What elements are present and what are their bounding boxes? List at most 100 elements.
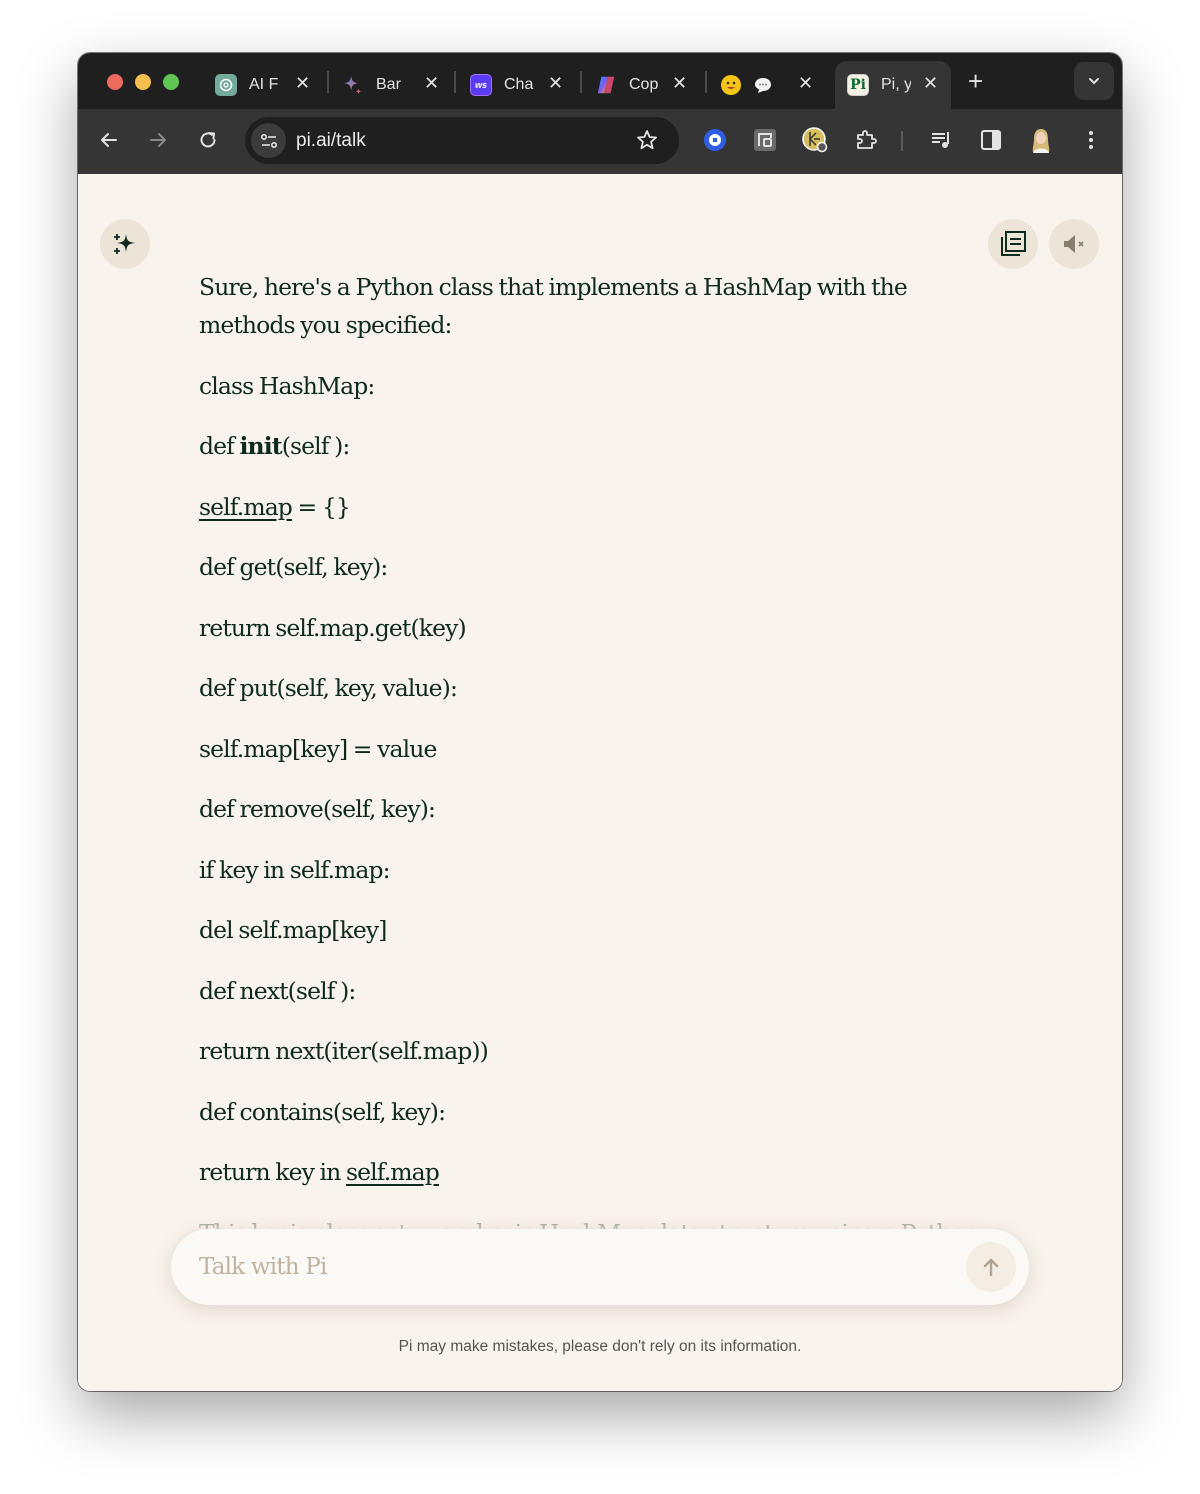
queue-music-icon [932, 132, 949, 148]
address-bar[interactable]: pi.ai/talk [245, 117, 679, 164]
volume-muted-icon [1064, 235, 1084, 253]
browser-menu-button[interactable] [1078, 127, 1104, 153]
browser-toolbar: pi.ai/talk [78, 109, 1122, 174]
chevron-down-icon [1089, 78, 1099, 85]
tab-chatgpt[interactable]: AI F ✕ [215, 61, 325, 109]
reload-icon [200, 132, 216, 148]
message-paragraph: def remove(self, key): [199, 795, 436, 823]
tab-search-button[interactable] [1074, 62, 1114, 100]
side-panel-button[interactable] [978, 127, 1004, 153]
tab-title: AI F [249, 76, 279, 93]
record-circle-icon [704, 129, 726, 151]
text: return key in [199, 1158, 346, 1186]
message-paragraph: def put(self, key, value): [199, 674, 458, 702]
chatgpt-icon [215, 74, 237, 96]
site-info-button[interactable] [251, 123, 286, 158]
extensions-menu-button[interactable] [853, 127, 879, 153]
pi-icon: Pi [847, 74, 869, 96]
disclaimer-text: Pi may make mistakes, please don't rely … [398, 1338, 802, 1355]
composer [171, 1229, 1029, 1305]
message-paragraph: class HashMap: [199, 371, 375, 400]
side-panel-icon [981, 130, 1001, 150]
stack-list-icon [1001, 231, 1026, 256]
close-tab-icon[interactable]: ✕ [424, 73, 439, 94]
profile-avatar[interactable] [1028, 127, 1054, 153]
window-extension-icon [754, 129, 776, 151]
bold-text: init [239, 432, 283, 460]
text: (self ): [281, 432, 351, 460]
browser-window: AI F ✕ Bar ✕ ws Cha ✕ Cop ✕ ✕ Pi Pi, y ✕… [78, 53, 1122, 1391]
tab-title: Pi, y [881, 76, 911, 93]
message-paragraph: def get(self, key): [199, 553, 388, 581]
bard-sparkle-icon [342, 74, 364, 96]
sparkle-icon [114, 234, 135, 254]
extension-button[interactable] [702, 127, 728, 153]
arrow-left-icon [101, 133, 117, 147]
message-paragraph: if key in self.map: [199, 855, 391, 884]
avatar-icon [1032, 129, 1050, 153]
back-button[interactable] [96, 127, 122, 153]
close-tab-icon[interactable]: ✕ [295, 73, 310, 94]
more-vertical-icon [1089, 131, 1093, 149]
pi-chat-page: Sure, here's a Python class that impleme… [78, 174, 1122, 1391]
message-paragraph: Sure, here's a Python class that impleme… [199, 273, 908, 339]
discover-button[interactable] [100, 219, 150, 269]
arrow-right-icon [150, 133, 166, 147]
tab-copilot[interactable]: Cop ✕ [595, 61, 705, 109]
threads-button[interactable] [988, 219, 1038, 269]
close-tab-icon[interactable]: ✕ [923, 73, 938, 94]
close-tab-icon[interactable]: ✕ [672, 73, 687, 94]
tab-separator [327, 71, 329, 93]
new-tab-button[interactable]: + [968, 66, 983, 97]
tab-pi-active[interactable]: Pi Pi, y ✕ [835, 61, 951, 109]
extension-button[interactable] [802, 127, 828, 153]
keeper-icon [802, 127, 828, 153]
arrow-up-icon [983, 1258, 999, 1277]
puzzle-icon [857, 130, 877, 149]
toolbar-separator [901, 131, 903, 151]
message-paragraph: def next(self ): [199, 976, 356, 1005]
ws-icon: ws [470, 74, 492, 96]
message-paragraph: def contains(self, key): [199, 1097, 446, 1126]
tab-separator [705, 71, 707, 93]
forward-button[interactable] [145, 127, 171, 153]
text: def [199, 432, 240, 460]
smiley-icon [720, 74, 742, 96]
tab-strip: AI F ✕ Bar ✕ ws Cha ✕ Cop ✕ ✕ Pi Pi, y ✕… [78, 53, 1122, 109]
tab-smiley-chat[interactable]: ✕ [720, 61, 830, 109]
tab-title: Bar [376, 76, 401, 93]
close-tab-icon[interactable]: ✕ [548, 73, 563, 94]
assistant-message: Sure, here's a Python class that impleme… [199, 268, 979, 1274]
message-paragraph: return self.map.get(key) [199, 613, 467, 642]
message-paragraph: del self.map[key] [199, 916, 387, 944]
mute-button[interactable] [1049, 219, 1099, 269]
message-paragraph: return next(iter(self.map)) [199, 1037, 489, 1065]
chat-bubble-icon [752, 74, 774, 96]
message-paragraph: def init(self ): [199, 427, 939, 465]
close-window-button[interactable] [107, 74, 123, 90]
message-paragraph: self.map = {} [199, 488, 939, 526]
link[interactable]: self.map [199, 493, 293, 521]
tune-icon [260, 133, 277, 148]
minimize-window-button[interactable] [135, 74, 151, 90]
bookmark-star-button[interactable] [635, 128, 659, 157]
tab-separator [580, 71, 582, 93]
message-input[interactable] [199, 1229, 939, 1305]
tab-title: Cop [629, 76, 659, 93]
url-text[interactable]: pi.ai/talk [296, 130, 366, 152]
star-icon [637, 130, 657, 150]
tab-title: Cha [504, 76, 534, 93]
maximize-window-button[interactable] [163, 74, 179, 90]
link[interactable]: self.map [346, 1158, 440, 1186]
text: = {} [291, 492, 351, 521]
tab-separator [454, 71, 456, 93]
tab-bard[interactable]: Bar ✕ [342, 61, 452, 109]
message-paragraph: return key in self.map [199, 1153, 939, 1191]
extension-button[interactable] [752, 127, 778, 153]
media-controls-button[interactable] [928, 127, 954, 153]
copilot-icon [595, 74, 617, 96]
close-tab-icon[interactable]: ✕ [798, 73, 813, 94]
send-button[interactable] [966, 1242, 1016, 1292]
reload-button[interactable] [195, 127, 221, 153]
tab-chat-ws[interactable]: ws Cha ✕ [470, 61, 580, 109]
